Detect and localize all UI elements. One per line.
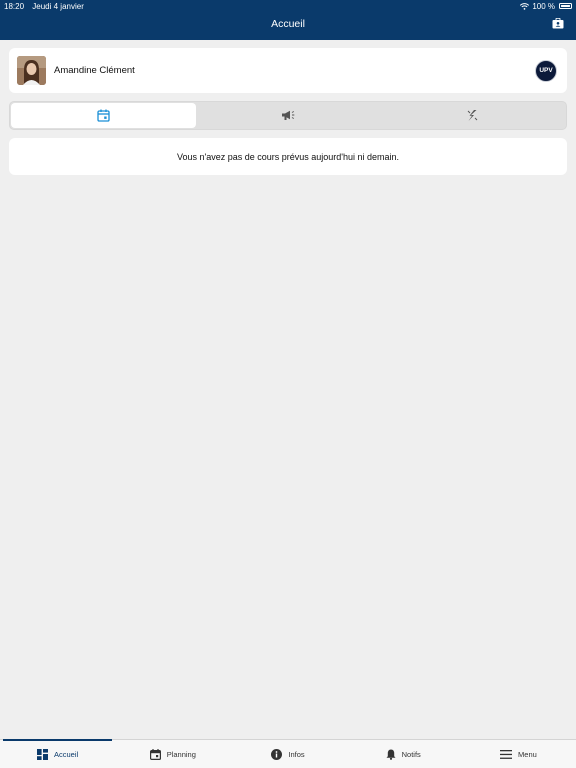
nav-item-infos[interactable]: Infos: [230, 740, 345, 768]
battery-icon: [559, 3, 572, 9]
calendar-icon: [149, 748, 161, 760]
bell-icon: [386, 749, 396, 760]
avatar: [17, 56, 46, 85]
segmented-tabs: [9, 101, 567, 130]
info-icon: [271, 748, 283, 760]
no-courses-message: Vous n'avez pas de cours prévus aujourd'…: [9, 138, 567, 175]
wifi-icon: [520, 2, 530, 10]
nav-label-menu: Menu: [518, 749, 537, 759]
status-bar: 18:20 Jeudi 4 janvier 100 %: [0, 0, 576, 12]
lightning-icon: [467, 110, 478, 121]
calendar-icon: [97, 109, 110, 122]
profile-name: Amandine Clément: [54, 65, 135, 76]
bottom-nav: Accueil Planning Infos Notifs Menu: [0, 739, 576, 768]
tab-planning[interactable]: [11, 103, 196, 128]
tab-activity[interactable]: [380, 103, 565, 128]
message-text: Vous n'avez pas de cours prévus aujourd'…: [176, 151, 400, 162]
top-bar: 18:20 Jeudi 4 janvier 100 % Accueil: [0, 0, 576, 40]
nav-item-menu[interactable]: Menu: [461, 740, 576, 768]
nav-label-planning: Planning: [166, 749, 196, 759]
nav-label-infos: Infos: [288, 749, 305, 759]
page-title: Accueil: [271, 18, 305, 30]
school-logo: UPV: [535, 59, 557, 82]
status-time: 18:20: [4, 1, 25, 11]
profile-card[interactable]: Amandine Clément UPV: [9, 48, 567, 93]
nav-label-notifs: Notifs: [401, 749, 421, 759]
megaphone-icon: [281, 110, 294, 120]
status-date: Jeudi 4 janvier: [32, 1, 84, 11]
dashboard-icon: [37, 748, 48, 760]
id-badge-icon[interactable]: [552, 18, 564, 29]
hamburger-icon: [500, 749, 513, 759]
nav-label-accueil: Accueil: [54, 749, 79, 759]
nav-item-planning[interactable]: Planning: [115, 740, 230, 768]
battery-percent: 100 %: [532, 1, 555, 11]
active-tab-indicator: [3, 739, 112, 741]
tab-announcements[interactable]: [196, 103, 381, 128]
nav-item-notifs[interactable]: Notifs: [346, 740, 461, 768]
nav-item-accueil[interactable]: Accueil: [0, 740, 115, 768]
